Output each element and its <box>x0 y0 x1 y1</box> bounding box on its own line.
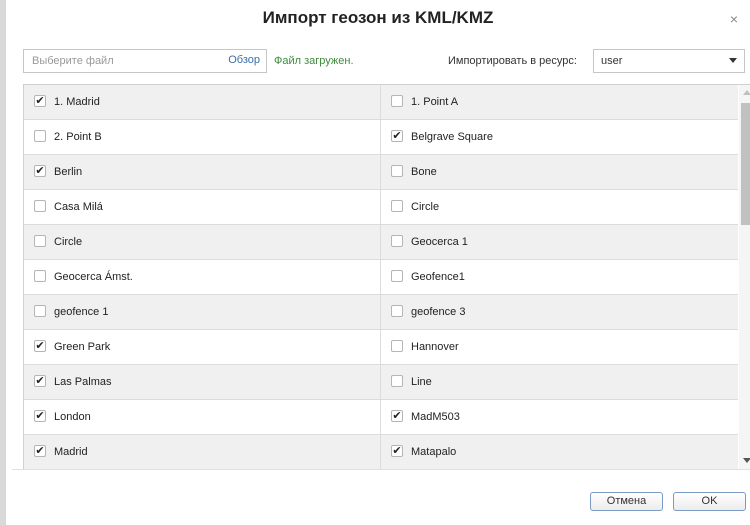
geofence-label: London <box>54 411 91 423</box>
browse-button[interactable]: Обзор <box>228 54 260 66</box>
list-item[interactable]: geofence 1 <box>24 295 381 329</box>
list-item[interactable]: Circle <box>24 225 381 259</box>
list-item[interactable]: 1. Point A <box>381 85 738 119</box>
list-item[interactable]: ✔ London <box>24 400 381 434</box>
geofence-checkbox[interactable] <box>34 200 46 212</box>
resource-select[interactable]: user <box>593 49 745 73</box>
geofence-checkbox[interactable] <box>391 165 403 177</box>
table-row: Geocerca Ámst. Geofence1 <box>24 260 738 295</box>
chevron-down-icon <box>729 58 737 63</box>
table-row: 2. Point B ✔ Belgrave Square <box>24 120 738 155</box>
table-row: ✔ Berlin Bone <box>24 155 738 190</box>
geofence-checkbox[interactable]: ✔ <box>34 165 46 177</box>
list-item[interactable]: Circle <box>381 190 738 224</box>
list-item[interactable]: ✔ Las Palmas <box>24 365 381 399</box>
list-item[interactable]: ✔ 1. Madrid <box>24 85 381 119</box>
geofence-label: Circle <box>54 236 83 248</box>
scrollbar-thumb[interactable] <box>741 103 750 225</box>
geofence-label: Line <box>411 376 432 388</box>
geofence-label: Green Park <box>54 341 111 353</box>
geofence-checkbox[interactable]: ✔ <box>391 130 403 142</box>
list-item[interactable]: Casa Milá <box>24 190 381 224</box>
geofence-label: 1. Madrid <box>54 96 100 108</box>
geofence-checkbox[interactable] <box>391 340 403 352</box>
scroll-down-icon[interactable] <box>743 458 750 463</box>
list-item[interactable]: ✔ Belgrave Square <box>381 120 738 154</box>
geofence-checkbox[interactable] <box>34 305 46 317</box>
table-row: Circle Geocerca 1 <box>24 225 738 260</box>
footer-divider <box>12 469 750 470</box>
geofence-label: Circle <box>411 201 440 213</box>
geofence-label: Belgrave Square <box>411 131 493 143</box>
geofence-label: MadM503 <box>411 411 460 423</box>
geofence-label: Matapalo <box>411 446 457 458</box>
geofence-checkbox[interactable] <box>34 270 46 282</box>
geofence-label: 1. Point A <box>411 96 459 108</box>
geofence-checkbox[interactable] <box>391 235 403 247</box>
geofence-checkbox[interactable] <box>391 95 403 107</box>
list-item[interactable]: Bone <box>381 155 738 189</box>
table-row: ✔ 1. Madrid 1. Point A <box>24 85 738 120</box>
list-item[interactable]: Geofence1 <box>381 260 738 294</box>
file-status-text: Файл загружен. <box>274 55 354 67</box>
geofence-label: Las Palmas <box>54 376 112 388</box>
geofence-checkbox[interactable]: ✔ <box>391 410 403 422</box>
geofence-checkbox[interactable]: ✔ <box>34 410 46 422</box>
close-icon[interactable]: × <box>726 11 742 27</box>
import-geofences-dialog: Импорт геозон из KML/KMZ × Выберите файл… <box>0 0 750 525</box>
geofence-label: 2. Point B <box>54 131 102 143</box>
geofence-checkbox[interactable] <box>391 305 403 317</box>
list-item[interactable]: ✔ Matapalo <box>381 435 738 469</box>
geofence-checkbox[interactable] <box>391 375 403 387</box>
geofence-rows: ✔ 1. Madrid 1. Point A 2. Point B ✔ Belgrave … <box>24 85 738 469</box>
geofence-checkbox[interactable] <box>391 270 403 282</box>
file-input-placeholder: Выберите файл <box>32 55 114 67</box>
file-input[interactable]: Выберите файл Обзор <box>23 49 267 73</box>
geofence-label: Geocerca 1 <box>411 236 468 248</box>
geofence-label: Berlin <box>54 166 83 178</box>
scroll-up-icon[interactable] <box>743 90 750 95</box>
list-item[interactable]: ✔ Green Park <box>24 330 381 364</box>
geofence-checkbox[interactable]: ✔ <box>34 445 46 457</box>
geofence-checkbox[interactable]: ✔ <box>34 375 46 387</box>
geofence-label: Bone <box>411 166 437 178</box>
table-row: ✔ Madrid ✔ Matapalo <box>24 435 738 469</box>
geofence-label: Madrid <box>54 446 88 458</box>
geofence-label: Hannover <box>411 341 459 353</box>
geofence-list: ✔ 1. Madrid 1. Point A 2. Point B ✔ Belgrave … <box>23 84 750 469</box>
geofence-label: geofence 1 <box>54 306 109 318</box>
list-item[interactable]: ✔ MadM503 <box>381 400 738 434</box>
ok-button[interactable]: OK <box>673 492 746 511</box>
cancel-button[interactable]: Отмена <box>590 492 663 511</box>
geofence-checkbox[interactable]: ✔ <box>34 95 46 107</box>
list-item[interactable]: ✔ Madrid <box>24 435 381 469</box>
list-item[interactable]: Geocerca Ámst. <box>24 260 381 294</box>
title-bar: Импорт геозон из KML/KMZ × <box>6 0 750 38</box>
list-item[interactable]: Hannover <box>381 330 738 364</box>
dialog-title: Импорт геозон из KML/KMZ <box>262 8 494 27</box>
geofence-checkbox[interactable]: ✔ <box>34 340 46 352</box>
geofence-label: geofence 3 <box>411 306 466 318</box>
resource-label: Импортировать в ресурс: <box>448 55 577 67</box>
table-row: geofence 1 geofence 3 <box>24 295 738 330</box>
table-row: ✔ London ✔ MadM503 <box>24 400 738 435</box>
geofence-checkbox[interactable] <box>391 200 403 212</box>
list-item[interactable]: ✔ Berlin <box>24 155 381 189</box>
geofence-label: Geofence1 <box>411 271 465 283</box>
list-scrollbar[interactable] <box>739 85 750 469</box>
geofence-label: Geocerca Ámst. <box>54 271 133 283</box>
geofence-label: Casa Milá <box>54 201 103 213</box>
resource-select-value: user <box>601 55 623 67</box>
table-row: Casa Milá Circle <box>24 190 738 225</box>
geofence-checkbox[interactable]: ✔ <box>391 445 403 457</box>
list-item[interactable]: Line <box>381 365 738 399</box>
list-item[interactable]: geofence 3 <box>381 295 738 329</box>
table-row: ✔ Las Palmas Line <box>24 365 738 400</box>
geofence-checkbox[interactable] <box>34 235 46 247</box>
list-item[interactable]: Geocerca 1 <box>381 225 738 259</box>
list-item[interactable]: 2. Point B <box>24 120 381 154</box>
geofence-checkbox[interactable] <box>34 130 46 142</box>
table-row: ✔ Green Park Hannover <box>24 330 738 365</box>
